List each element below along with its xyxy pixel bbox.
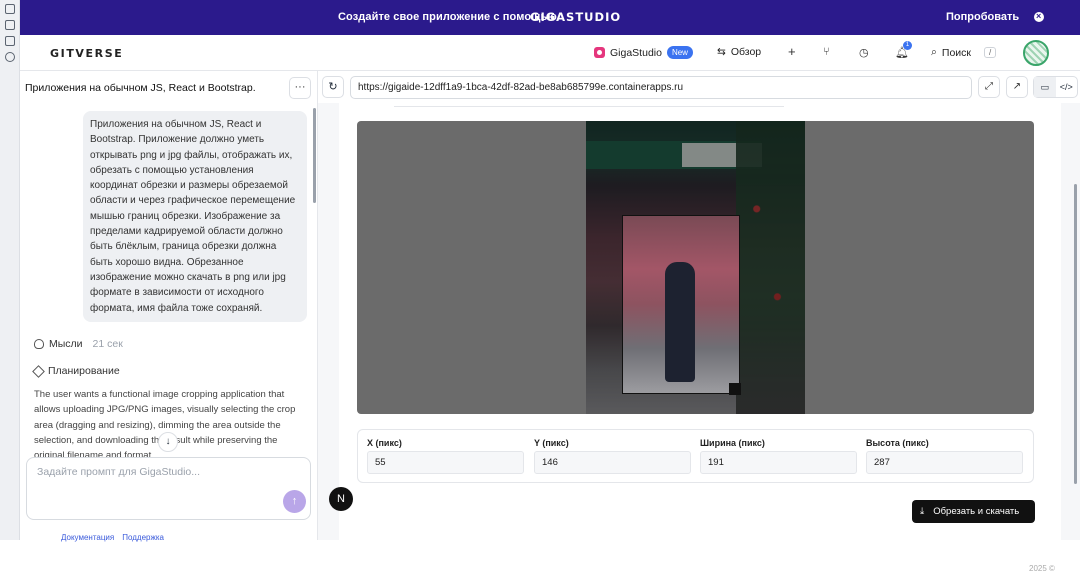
width-input[interactable] — [700, 451, 857, 474]
lightbulb-icon — [34, 339, 44, 349]
planning-text: The user wants a functional image croppi… — [34, 389, 296, 462]
nav-overview[interactable]: ⇆ Обзор — [717, 46, 761, 58]
y-label: Y (пикс) — [534, 438, 569, 448]
planning-step[interactable]: Планирование — [32, 364, 120, 378]
search-icon: ⌕ — [931, 46, 937, 58]
prompt-box: ↑ — [26, 457, 311, 520]
image-canvas[interactable] — [357, 121, 1034, 414]
planning-label: Планирование — [48, 365, 120, 377]
send-button[interactable]: ↑ — [283, 490, 306, 513]
app-frame: X (пикс) Y (пикс) Ширина (пикс) Высота (… — [318, 103, 1080, 573]
preview-pane: ↻ https://gigaide-12dff1a9-1bca-42df-82a… — [318, 71, 1080, 573]
preview-scrollbar[interactable] — [1074, 184, 1077, 484]
thoughts-duration: 21 сек — [92, 338, 123, 350]
user-message-bubble: Приложения на обычном JS, React и Bootst… — [83, 111, 307, 322]
browser-extension-strip — [0, 0, 20, 540]
gigastudio-icon — [594, 47, 605, 58]
download-icon: ⤓ — [920, 506, 925, 517]
x-input[interactable] — [367, 451, 524, 474]
planning-icon — [32, 364, 45, 378]
crop-download-button[interactable]: ⤓ Обрезать и скачать — [912, 500, 1035, 523]
scroll-down-button[interactable]: ↓ — [158, 432, 178, 452]
search-button[interactable]: ⌕ Поиск / — [931, 46, 997, 59]
preview-url-bar[interactable]: https://gigaide-12dff1a9-1bca-42df-82ad-… — [350, 76, 972, 99]
extension-icon[interactable] — [5, 20, 15, 30]
nav-gigastudio[interactable]: GigaStudio New — [594, 46, 693, 59]
top-header: GITVERSE GigaStudio New ⇆ Обзор + ⑂ ◷ 🔔︎… — [20, 35, 1080, 71]
height-input[interactable] — [866, 451, 1023, 474]
view-toggle: ▭ </> — [1033, 76, 1078, 98]
chat-panel: Приложения на обычном JS, React и Bootst… — [20, 71, 318, 542]
height-label: Высота (пикс) — [866, 438, 929, 448]
user-avatar[interactable] — [1023, 40, 1049, 66]
x-label: X (пикс) — [367, 438, 402, 448]
floating-n-button[interactable]: N — [329, 487, 353, 511]
chat-scrollbar[interactable] — [313, 108, 316, 203]
search-label: Поиск — [941, 46, 971, 59]
crop-download-label: Обрезать и скачать — [933, 506, 1020, 517]
expand-icon[interactable]: ⤢ — [978, 76, 1000, 98]
top-divider — [394, 103, 784, 107]
preview-view-icon[interactable]: ▭ — [1034, 77, 1056, 97]
banner-message: Создайте свое приложение с помощью — [338, 11, 557, 23]
thoughts-step[interactable]: Мысли 21 сек — [34, 338, 123, 350]
width-field: Ширина (пикс) — [700, 438, 857, 474]
banner-brand-logo: GIGASTUDIO — [530, 10, 622, 24]
nav-overview-label: Обзор — [730, 46, 762, 58]
copyright-text: 2025 © — [1029, 564, 1055, 573]
x-field: X (пикс) — [367, 438, 524, 474]
y-input[interactable] — [534, 451, 691, 474]
y-field: Y (пикс) — [534, 438, 691, 474]
chat-title: Приложения на обычном JS, React и Bootst… — [25, 82, 256, 94]
add-icon[interactable]: + — [788, 44, 796, 59]
crop-fields-card: X (пикс) Y (пикс) Ширина (пикс) Высота (… — [357, 429, 1034, 483]
play-icon[interactable] — [5, 52, 15, 62]
docs-link[interactable]: Документация — [61, 533, 114, 542]
promo-banner: Создайте свое приложение с помощью GIGAS… — [20, 0, 1080, 35]
more-options-button[interactable]: ··· — [289, 77, 311, 99]
overview-icon: ⇆ — [717, 46, 726, 58]
search-shortcut: / — [984, 47, 997, 58]
thoughts-label: Мысли — [49, 338, 83, 350]
code-view-icon[interactable]: </> — [1056, 77, 1078, 97]
activity-icon[interactable]: ◷ — [859, 46, 869, 59]
extension-icon[interactable] — [5, 4, 15, 14]
support-link[interactable]: Поддержка — [122, 533, 164, 542]
reload-button[interactable]: ↻ — [322, 76, 344, 98]
gitverse-logo[interactable]: GITVERSE — [50, 47, 123, 60]
crop-resize-handle[interactable] — [729, 383, 741, 395]
nav-gigastudio-label: GigaStudio — [610, 46, 662, 59]
chart-icon[interactable] — [5, 36, 15, 46]
banner-close-icon[interactable] — [1034, 11, 1044, 22]
prompt-input[interactable] — [37, 466, 287, 478]
cropper-app: X (пикс) Y (пикс) Ширина (пикс) Высота (… — [339, 103, 1061, 573]
crop-selection[interactable] — [622, 215, 741, 395]
footer-links: Документация Поддержка — [61, 533, 164, 542]
loaded-photo — [586, 121, 805, 414]
width-label: Ширина (пикс) — [700, 438, 765, 448]
new-badge: New — [666, 46, 693, 59]
banner-try-button[interactable]: Попробовать — [946, 11, 1019, 23]
open-external-icon[interactable]: ↗ — [1006, 76, 1028, 98]
notification-count-badge: 1 — [903, 41, 912, 50]
pull-request-icon[interactable]: ⑂ — [823, 46, 830, 58]
photo-person — [665, 262, 695, 382]
height-field: Высота (пикс) — [866, 438, 1023, 474]
